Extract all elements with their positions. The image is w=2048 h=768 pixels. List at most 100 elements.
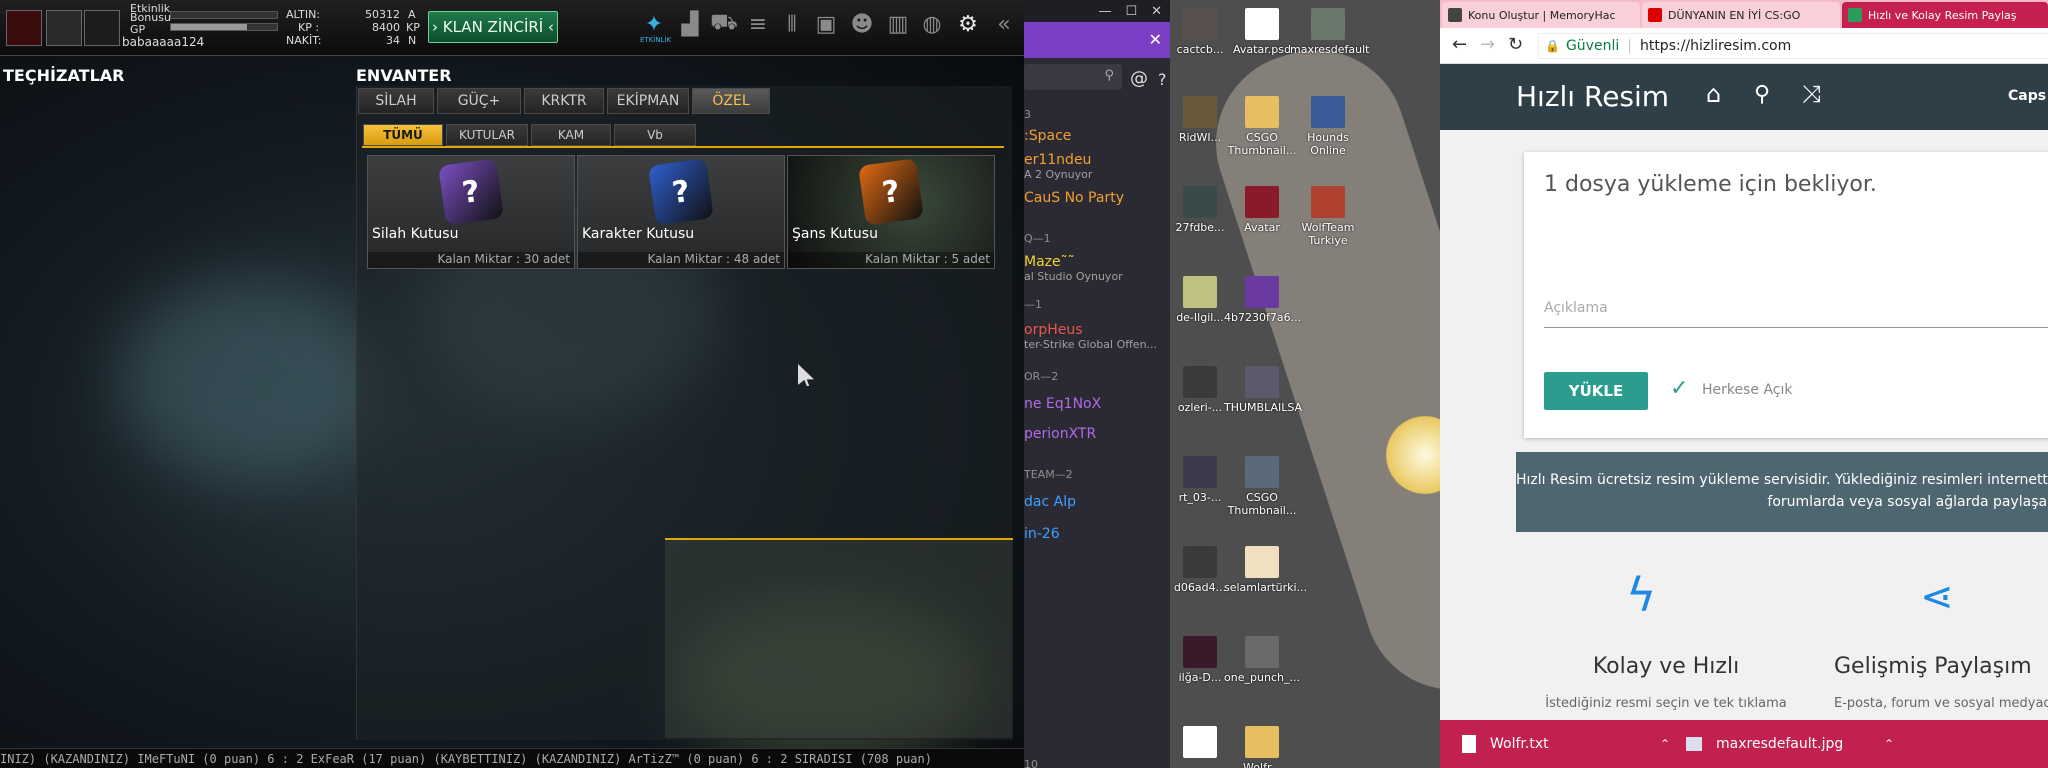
chat-member-entry[interactable]: 10 <box>1024 758 1038 768</box>
chat-member-entry[interactable]: OR—2 <box>1024 370 1058 383</box>
forward-arrow-icon[interactable]: → <box>1480 34 1495 55</box>
desktop-icon[interactable]: Hounds Online <box>1290 96 1366 157</box>
chat-member-entry[interactable]: TEAM—2 <box>1024 468 1073 481</box>
desktop-icon[interactable]: Wolfr... <box>1224 726 1300 768</box>
subtab-tumu[interactable]: TÜMÜ <box>363 124 443 146</box>
globe-icon[interactable]: ◍ <box>918 10 946 38</box>
tab-krktr[interactable]: KRKTR <box>524 88 604 114</box>
feature-desc-share: E-posta, forum ve sosyal medyada <box>1834 696 2048 711</box>
altin-value: 50312 <box>365 8 400 21</box>
file-icon <box>1183 546 1217 578</box>
event-icon[interactable]: ✦ <box>640 10 668 38</box>
subtab-kutular[interactable]: KUTULAR <box>446 124 528 146</box>
event-icon-label: ETKİNLİK <box>640 36 672 44</box>
chat-member-entry[interactable]: :Space <box>1024 128 1071 144</box>
image-file-icon <box>1686 737 1702 751</box>
clan-chain-button[interactable]: › KLAN ZİNCİRİ ‹ <box>428 11 558 43</box>
maximize-icon[interactable]: ☐ <box>1125 4 1137 19</box>
chat-member-entry[interactable]: CauS No Party <box>1024 190 1124 206</box>
weapons-icon[interactable]: ≡ <box>744 10 772 38</box>
close-icon[interactable]: ✕ <box>1151 4 1162 19</box>
gp-label: GP <box>130 23 146 36</box>
browser-tab-youtube[interactable]: DÜNYANIN EN İYİ CS:GO <box>1642 2 1840 28</box>
help-icon[interactable]: ? <box>1158 70 1167 89</box>
download-item[interactable]: maxresdefault.jpg ⌃ <box>1686 720 1906 768</box>
site-header: Hızlı Resim ⌂ ⚲ ⤨ Caps V <box>1440 64 2048 130</box>
chevron-up-icon[interactable]: ⌃ <box>1660 737 1670 751</box>
chat-member-entry[interactable]: —1 <box>1024 298 1042 311</box>
chevron-up-icon[interactable]: ⌃ <box>1884 737 1894 751</box>
settings-gear-icon[interactable]: ⚙ <box>954 10 982 38</box>
file-icon <box>1245 96 1279 128</box>
rank-emblem-icon[interactable] <box>46 10 82 46</box>
subtab-vb[interactable]: Vb <box>614 124 696 146</box>
item-card-sans-kutusu[interactable]: ? Şans Kutusu Kalan Miktar : 5 adet <box>787 155 995 269</box>
desktop-icon[interactable]: WolfTeam Turkiye <box>1290 186 1366 247</box>
chat-member-entry[interactable]: Maze˜˜ <box>1024 254 1075 270</box>
search-icon[interactable]: ⚲ <box>1754 82 1770 107</box>
kp-value: 8400 <box>372 21 400 34</box>
chat-member-entry[interactable]: orpHeus <box>1024 322 1083 338</box>
chat-member-entry[interactable]: 3 <box>1024 108 1031 121</box>
chat-member-entry[interactable]: perionXTR <box>1024 426 1096 442</box>
desktop-icon[interactable]: Avatar.psd <box>1224 8 1300 56</box>
shop-cart-icon[interactable]: ⛟ <box>710 10 738 38</box>
wings-emblem-icon[interactable] <box>84 10 120 46</box>
ammo-icon[interactable]: ⦀ <box>778 10 806 38</box>
desktop-icon[interactable]: one_punch_... <box>1224 636 1300 684</box>
tab-ekipman[interactable]: EKİPMAN <box>607 88 689 114</box>
chat-member-entry[interactable]: A 2 Oynuyor <box>1024 168 1092 181</box>
ranking-icon[interactable]: ▥ <box>884 10 912 38</box>
friends-icon[interactable]: ☻ <box>848 10 876 38</box>
site-logo-title[interactable]: Hızlı Resim <box>1516 80 1669 113</box>
tab-silah[interactable]: SİLAH <box>358 88 434 114</box>
stats-icon[interactable]: ▟ <box>676 10 704 38</box>
description-input[interactable]: Açıklama <box>1544 294 2048 328</box>
mention-icon[interactable]: @ <box>1130 68 1148 89</box>
item-card-karakter-kutusu[interactable]: ? Karakter Kutusu Kalan Miktar : 48 adet <box>577 155 785 269</box>
chat-close-icon[interactable]: ✕ <box>1149 30 1162 49</box>
desktop-icon[interactable]: maxresdefault <box>1290 8 1369 56</box>
tab-favicon-icon <box>1448 8 1462 22</box>
reload-icon[interactable]: ↻ <box>1508 34 1523 55</box>
download-item[interactable]: Wolfr.txt ⌃ <box>1462 720 1682 768</box>
chat-member-entry[interactable]: al Studio Oynuyor <box>1024 270 1123 283</box>
collapse-arrows-icon[interactable]: « <box>990 10 1018 38</box>
chat-member-entry[interactable]: ne Eq1NoX <box>1024 396 1101 412</box>
chat-member-entry[interactable]: ter-Strike Global Offen... <box>1024 338 1157 351</box>
minimize-icon[interactable]: — <box>1098 4 1111 19</box>
url-field[interactable]: 🔒 Güvenli | https://hizliresim.com <box>1538 33 2048 59</box>
equipment-title: TEÇHİZATLAR <box>3 66 125 85</box>
clan-emblem-icon[interactable] <box>6 10 42 46</box>
chat-search-input[interactable]: ⚲ <box>1024 64 1122 90</box>
tab-guc[interactable]: GÜÇ+ <box>437 88 521 114</box>
desktop-icon[interactable]: CSGO Thumbnail... <box>1224 456 1300 517</box>
subtab-kam[interactable]: KAM <box>531 124 611 146</box>
browser-tab-memoryhack[interactable]: Konu Oluştur | MemoryHac <box>1442 2 1640 28</box>
checkmark-icon[interactable]: ✓ <box>1670 376 1688 401</box>
upload-button[interactable]: YÜKLE <box>1544 372 1648 410</box>
chat-member-entry[interactable]: Q—1 <box>1024 232 1051 245</box>
desktop-icon[interactable]: 4b7230f7a6... <box>1224 276 1302 324</box>
shuffle-icon[interactable]: ⤨ <box>1802 80 1821 108</box>
chat-member-entry[interactable]: er11ndeu <box>1024 152 1091 168</box>
desktop-icon[interactable]: CSGO Thumbnail... <box>1224 96 1300 157</box>
desktop-icon[interactable]: selamlartürki... <box>1224 546 1307 594</box>
item-card-silah-kutusu[interactable]: ? Silah Kutusu Kalan Miktar : 30 adet <box>367 155 575 269</box>
chat-member-entry[interactable]: in-26 <box>1024 526 1060 542</box>
desktop-icon[interactable]: Avatar <box>1224 186 1300 234</box>
home-icon[interactable]: ⌂ <box>1706 80 1721 108</box>
file-icon <box>1183 186 1217 218</box>
bg-glow <box>120 280 380 480</box>
browser-tab-hizliresim[interactable]: Hızlı ve Kolay Resim Paylaş <box>1842 2 2048 28</box>
tab-ozel[interactable]: ÖZEL <box>692 88 770 114</box>
file-icon <box>1245 8 1279 40</box>
desktop-icon-label: 4b7230f7a6... <box>1224 311 1302 324</box>
upload-card: 1 dosya yükleme için bekliyor. Açıklama … <box>1524 152 2048 438</box>
caps-link[interactable]: Caps V <box>2008 88 2048 104</box>
url-text: https://hizliresim.com <box>1639 38 1792 54</box>
box-icon[interactable]: ▣ <box>812 10 840 38</box>
back-arrow-icon[interactable]: ← <box>1452 34 1467 55</box>
desktop-icon[interactable]: THUMBLAILSA <box>1224 366 1302 414</box>
chat-member-entry[interactable]: dac Alp <box>1024 494 1076 510</box>
